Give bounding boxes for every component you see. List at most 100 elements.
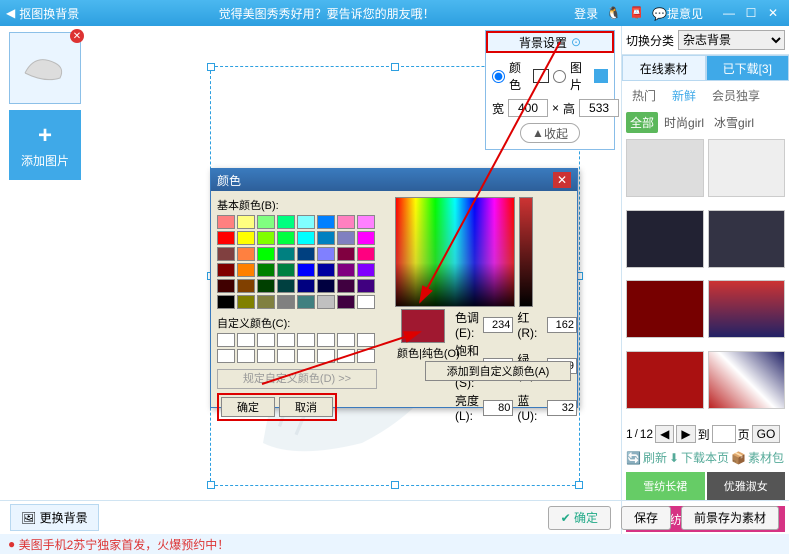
material-item[interactable] <box>626 210 704 268</box>
filter-all[interactable]: 全部 <box>626 112 658 133</box>
tag-button-1[interactable]: 雪纺长裙 <box>626 472 705 500</box>
basic-swatch[interactable] <box>257 231 275 245</box>
basic-swatch[interactable] <box>277 263 295 277</box>
confirm-button[interactable]: ✔ 确定 <box>548 506 611 530</box>
login-link[interactable]: 登录 <box>574 5 598 22</box>
pager-prev[interactable]: ◀ <box>655 425 674 443</box>
material-item[interactable] <box>626 139 704 197</box>
basic-swatch[interactable] <box>317 247 335 261</box>
material-item[interactable] <box>708 351 786 409</box>
basic-swatch[interactable] <box>297 295 315 309</box>
custom-swatch[interactable] <box>237 349 255 363</box>
basic-swatch[interactable] <box>237 279 255 293</box>
refresh-link[interactable]: 🔄刷新 <box>626 449 667 466</box>
basic-swatch[interactable] <box>237 247 255 261</box>
custom-swatch[interactable] <box>317 333 335 347</box>
custom-swatch[interactable] <box>317 349 335 363</box>
basic-swatch[interactable] <box>257 215 275 229</box>
hue-input[interactable] <box>483 317 513 333</box>
basic-swatch[interactable] <box>277 295 295 309</box>
height-input[interactable] <box>579 99 619 117</box>
custom-swatch[interactable] <box>277 349 295 363</box>
basic-swatch[interactable] <box>357 295 375 309</box>
material-item[interactable] <box>626 280 704 338</box>
blue-input[interactable] <box>547 400 577 416</box>
resize-handle[interactable] <box>391 481 399 489</box>
remove-thumb-icon[interactable]: ✕ <box>70 29 84 43</box>
lum-input[interactable] <box>483 400 513 416</box>
color-swatch[interactable] <box>533 69 549 83</box>
basic-swatch[interactable] <box>297 215 315 229</box>
resize-handle[interactable] <box>207 63 215 71</box>
basic-swatch[interactable] <box>297 263 315 277</box>
resize-handle[interactable] <box>575 481 583 489</box>
add-image-button[interactable]: + 添加图片 <box>9 110 81 180</box>
subtab-vip[interactable]: 会员独享 <box>706 85 766 106</box>
custom-swatch[interactable] <box>217 349 235 363</box>
basic-swatch[interactable] <box>297 279 315 293</box>
basic-swatch[interactable] <box>337 263 355 277</box>
basic-swatch[interactable] <box>217 279 235 293</box>
custom-swatch[interactable] <box>357 333 375 347</box>
save-button[interactable]: 保存 <box>621 506 671 530</box>
basic-swatch[interactable] <box>317 295 335 309</box>
bg-color-radio[interactable] <box>492 70 505 83</box>
custom-swatch[interactable] <box>237 333 255 347</box>
tab-downloaded[interactable]: 已下载[3] <box>706 55 789 81</box>
bg-panel-header[interactable]: 背景设置 ⊙ <box>486 31 614 53</box>
basic-swatch[interactable] <box>357 215 375 229</box>
custom-swatch[interactable] <box>337 349 355 363</box>
red-input[interactable] <box>547 317 577 333</box>
custom-swatch[interactable] <box>217 333 235 347</box>
basic-swatch[interactable] <box>317 279 335 293</box>
basic-swatch[interactable] <box>257 247 275 261</box>
dialog-close-icon[interactable]: ✕ <box>553 172 571 188</box>
save-fg-button[interactable]: 前景存为素材 <box>681 506 779 530</box>
basic-swatch[interactable] <box>217 263 235 277</box>
minimize-icon[interactable]: — <box>719 6 739 20</box>
resize-handle[interactable] <box>391 63 399 71</box>
image-icon[interactable] <box>594 69 608 83</box>
basic-swatch[interactable] <box>337 279 355 293</box>
basic-swatch[interactable] <box>297 231 315 245</box>
custom-swatch[interactable] <box>357 349 375 363</box>
image-thumbnail[interactable]: ✕ <box>9 32 81 104</box>
ok-button[interactable]: 确定 <box>221 397 275 417</box>
basic-swatch[interactable] <box>337 247 355 261</box>
basic-swatch[interactable] <box>357 247 375 261</box>
basic-swatch[interactable] <box>317 231 335 245</box>
basic-swatch[interactable] <box>337 295 355 309</box>
pager-input[interactable] <box>712 425 736 443</box>
tab-online[interactable]: 在线素材 <box>622 55 706 81</box>
basic-swatch[interactable] <box>277 215 295 229</box>
basic-swatch[interactable] <box>257 279 275 293</box>
collapse-button[interactable]: ▲收起 <box>520 123 580 143</box>
basic-swatch[interactable] <box>217 231 235 245</box>
close-icon[interactable]: ✕ <box>763 6 783 20</box>
material-pack-link[interactable]: 📦素材包 <box>731 449 784 466</box>
subtab-hot[interactable]: 热门 <box>626 85 662 106</box>
custom-swatch[interactable] <box>277 333 295 347</box>
filter-fashion[interactable]: 时尚girl <box>660 112 708 133</box>
resize-handle[interactable] <box>207 481 215 489</box>
basic-swatch[interactable] <box>357 279 375 293</box>
basic-swatch[interactable] <box>277 279 295 293</box>
download-page-link[interactable]: ⬇下载本页 <box>669 449 729 466</box>
material-item[interactable] <box>708 210 786 268</box>
basic-swatch[interactable] <box>317 215 335 229</box>
add-custom-color-button[interactable]: 添加到自定义颜色(A) <box>425 361 571 381</box>
basic-swatch[interactable] <box>217 295 235 309</box>
basic-swatch[interactable] <box>277 231 295 245</box>
basic-swatch[interactable] <box>357 231 375 245</box>
bg-image-radio[interactable] <box>553 70 566 83</box>
custom-swatch[interactable] <box>337 333 355 347</box>
basic-swatch[interactable] <box>297 247 315 261</box>
width-input[interactable] <box>508 99 548 117</box>
feedback-link[interactable]: 💬提意见 <box>652 5 703 22</box>
tag-button-2[interactable]: 优雅淑女 <box>707 472 786 500</box>
basic-swatch[interactable] <box>317 263 335 277</box>
custom-swatch[interactable] <box>297 333 315 347</box>
basic-swatch[interactable] <box>217 247 235 261</box>
basic-swatch[interactable] <box>337 215 355 229</box>
basic-swatch[interactable] <box>277 247 295 261</box>
